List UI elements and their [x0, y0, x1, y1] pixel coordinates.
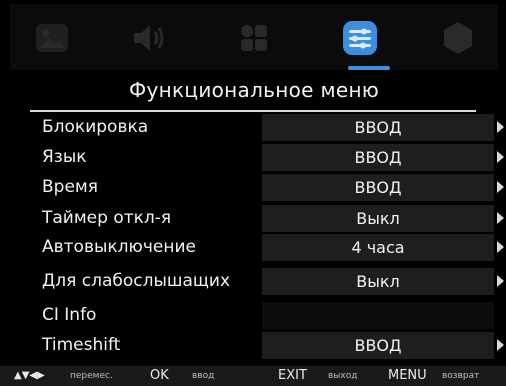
menu-row-label: Язык [42, 147, 87, 167]
arrow-right-icon [497, 121, 504, 133]
menu-row-label: CI Info [42, 305, 97, 325]
arrow-right-icon [497, 241, 504, 253]
arrow-right-icon [497, 181, 504, 193]
menu-row-sleep-timer[interactable]: Таймер откл-я Выкл [30, 203, 506, 233]
ok-hint-label: ввод [192, 371, 215, 381]
channel-grid-icon[interactable] [234, 18, 274, 58]
tv-menu-screen: Функциональное меню Блокировка ВВОД Язык… [0, 0, 506, 386]
remote-hint-bar: ▲▼◀▶ перемес. OK ввод EXIT выход MENU во… [0, 366, 506, 386]
ok-key: OK [150, 368, 169, 383]
menu-row-value[interactable]: ВВОД [262, 144, 494, 171]
menu-row-value[interactable]: 4 часа [262, 234, 494, 261]
menu-row-value[interactable]: ВВОД [262, 114, 494, 141]
menu-row-value[interactable]: ВВОД [262, 174, 494, 201]
arrow-right-icon [497, 212, 504, 224]
nav-arrows-icon: ▲▼◀▶ [14, 370, 45, 381]
menu-row-label: Автовыключение [42, 237, 196, 257]
picture-icon[interactable] [32, 18, 72, 58]
menu-row-label: Для слабослышащих [42, 271, 231, 291]
page-title: Функциональное меню [129, 78, 379, 102]
nav-hint-label: перемес. [70, 371, 113, 381]
menu-hint-label: возврат [442, 371, 480, 381]
menu-row-time[interactable]: Время ВВОД [30, 172, 506, 202]
menu-row-ci-info[interactable]: CI Info [30, 300, 506, 330]
menu-row-hearing-impaired[interactable]: Для слабослышащих Выкл [30, 266, 506, 296]
menu-row-value[interactable]: Выкл [262, 205, 494, 232]
menu-row-label: Блокировка [42, 117, 149, 137]
sound-icon[interactable] [128, 18, 168, 58]
menu-row-label: Timeshift [42, 335, 121, 355]
menu-row-value[interactable] [262, 302, 494, 329]
menu-row-timeshift[interactable]: Timeshift ВВОД [30, 330, 506, 360]
menu-category-bar [10, 4, 498, 70]
exit-key: EXIT [278, 368, 307, 383]
menu-row-label: Таймер откл-я [42, 208, 172, 228]
function-settings-icon[interactable] [340, 18, 380, 58]
menu-row-lock[interactable]: Блокировка ВВОД [30, 112, 506, 142]
menu-key: MENU [388, 368, 427, 383]
menu-row-value[interactable]: ВВОД [262, 332, 494, 359]
arrow-right-icon [497, 275, 504, 287]
lock-icon[interactable] [438, 18, 478, 58]
exit-hint-label: выход [328, 371, 358, 381]
arrow-right-icon [497, 339, 504, 351]
menu-row-language[interactable]: Язык ВВОД [30, 142, 506, 172]
menu-row-value[interactable]: Выкл [262, 268, 494, 295]
menu-row-auto-standby[interactable]: Автовыключение 4 часа [30, 232, 506, 262]
selected-tab-indicator [348, 66, 390, 70]
menu-row-label: Время [42, 177, 98, 197]
arrow-right-icon [497, 151, 504, 163]
